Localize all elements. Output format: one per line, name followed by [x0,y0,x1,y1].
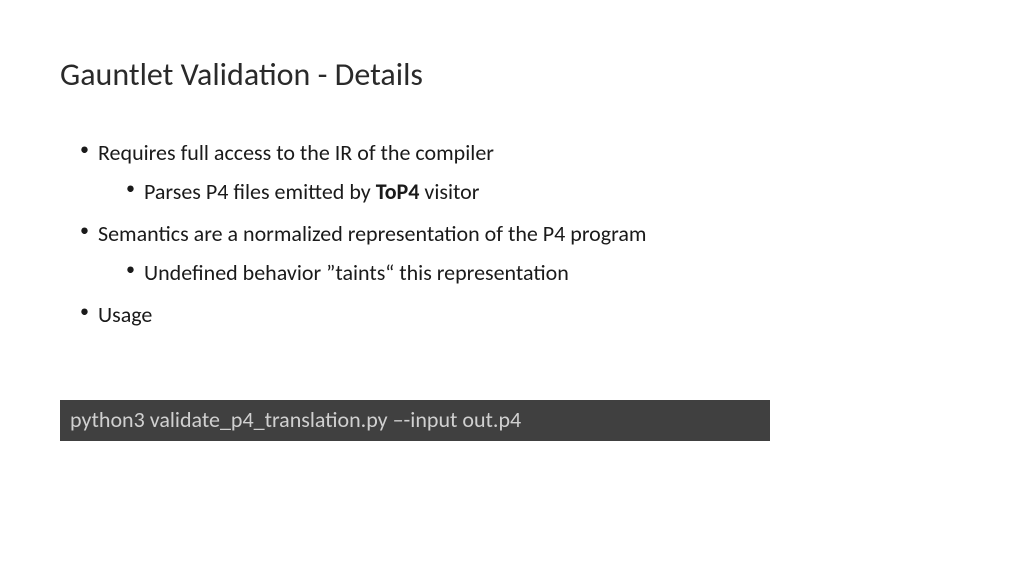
sub-bullet-item: Parses P4 files emitted by ToP4 visitor [126,173,964,210]
bullet-item: Semantics are a normalized representatio… [80,215,964,292]
slide-title: Gauntlet Validation - Details [60,55,964,94]
bullet-item: Usage [80,296,964,333]
sub-bullet-text: Undefined behavior ”taints“ this represe… [144,259,569,286]
bullet-item: Requires full access to the IR of the co… [80,134,964,211]
sub-bullet-list: Parses P4 files emitted by ToP4 visitor [98,173,964,210]
sub-bullet-text-bold: ToP4 [376,178,420,205]
bullet-list: Requires full access to the IR of the co… [60,134,964,333]
sub-bullet-item: Undefined behavior ”taints“ this represe… [126,254,964,291]
bullet-text: Requires full access to the IR of the co… [98,139,494,166]
sub-bullet-list: Undefined behavior ”taints“ this represe… [98,254,964,291]
code-block: python3 validate_p4_translation.py –-inp… [60,400,770,441]
sub-bullet-text-post: visitor [419,178,479,205]
bullet-text: Semantics are a normalized representatio… [98,220,646,247]
sub-bullet-text-pre: Parses P4 files emitted by [144,178,376,205]
bullet-text: Usage [98,301,152,328]
